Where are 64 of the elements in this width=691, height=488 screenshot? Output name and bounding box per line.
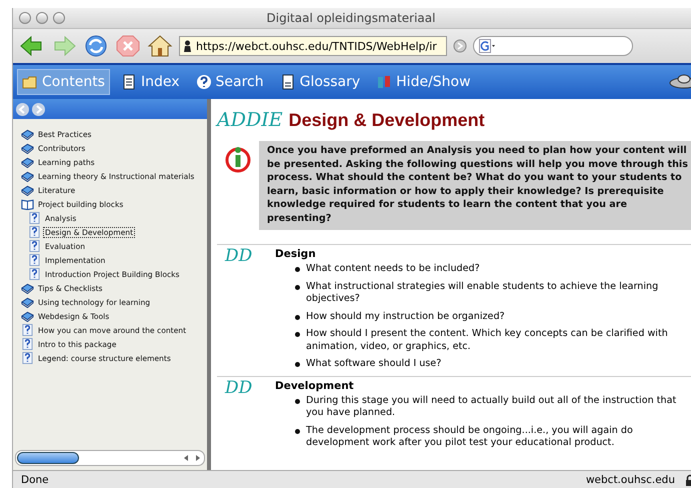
intro-paragraph: Once you have preformed an Analysis you need to plan how your content will be presented. Asking the following questions will help you move through this process. What should the content be? What do you want to your students to learn, basic information or how to apply their knowledge? Is prerequisite knowledge required for students to learn the content that you are presenting? bbox=[259, 141, 691, 230]
bullet-item: How should my instruction be organized? bbox=[306, 310, 505, 323]
bullet-icon bbox=[295, 362, 300, 367]
help-page-icon bbox=[21, 324, 34, 336]
book-icon bbox=[21, 156, 34, 168]
bullet-item: What content needs to be included? bbox=[306, 263, 480, 276]
horizontal-scrollbar[interactable] bbox=[15, 450, 205, 466]
flying-saucer-icon bbox=[669, 73, 691, 89]
reload-icon[interactable] bbox=[83, 34, 109, 58]
book-icon bbox=[21, 310, 34, 322]
search-field[interactable] bbox=[473, 36, 633, 56]
window-minimize-button[interactable] bbox=[36, 12, 48, 24]
bullet-icon bbox=[295, 428, 300, 434]
page-title: Design & Development bbox=[288, 110, 485, 131]
back-button[interactable] bbox=[16, 102, 29, 116]
section-heading: Development bbox=[275, 380, 355, 392]
bullet-icon bbox=[295, 284, 300, 290]
window-close-button[interactable] bbox=[19, 12, 31, 24]
help-page-icon bbox=[28, 212, 41, 224]
status-text: Done bbox=[21, 474, 49, 486]
bullet-item: During this stage you will need to actually build out all of the instruction that you have planned. bbox=[306, 394, 678, 420]
address-field[interactable]: https://webct.ouhsc.edu/TNTIDS/WebHelp/ir bbox=[179, 36, 447, 56]
nav-tab[interactable]: Hide/Show bbox=[371, 69, 476, 95]
window-zoom-button[interactable] bbox=[53, 12, 65, 24]
bullet-icon bbox=[295, 314, 300, 320]
bullet-item: What software should I use? bbox=[306, 358, 442, 370]
book-icon bbox=[21, 282, 34, 294]
status-host: webct.ouhsc.edu bbox=[586, 474, 675, 486]
bullet-icon bbox=[295, 267, 300, 272]
search-engine-icon[interactable] bbox=[479, 39, 495, 53]
help-icon bbox=[196, 74, 212, 90]
section-heading: Design bbox=[275, 248, 317, 260]
help-page-icon bbox=[28, 240, 41, 252]
go-icon[interactable] bbox=[453, 39, 467, 53]
bullet-item: The development process should be ongoing...i.e., you will again do development work after you pilot test your educational product. bbox=[306, 424, 634, 450]
book-icon bbox=[21, 184, 34, 196]
stop-icon[interactable] bbox=[115, 34, 141, 58]
book-icon bbox=[21, 170, 34, 182]
nav-tab[interactable]: Search bbox=[190, 69, 269, 95]
bullet-item: How should I present the content. Which key concepts can be clarified with animation, video, or graphics, etc. bbox=[306, 328, 669, 353]
home-icon[interactable] bbox=[147, 34, 173, 58]
logo-text: ADDIE bbox=[217, 109, 283, 131]
bullet-item: What instructional strategies will enable students to achieve the learning objectives? bbox=[306, 280, 660, 306]
bullet-icon bbox=[295, 332, 300, 337]
book-icon bbox=[21, 296, 34, 308]
book-icon bbox=[21, 142, 34, 154]
site-identity-icon[interactable] bbox=[183, 40, 192, 52]
help-page-icon bbox=[28, 268, 41, 280]
section-mark: DD bbox=[224, 378, 254, 398]
bullet-icon bbox=[295, 398, 300, 404]
book-icon bbox=[21, 128, 34, 140]
folder-icon bbox=[22, 74, 38, 90]
nav-tab[interactable]: Glossary bbox=[274, 69, 366, 95]
window-title: Digitaal opleidingsmateriaal bbox=[266, 11, 436, 25]
forward-button[interactable] bbox=[32, 102, 45, 116]
info-icon bbox=[225, 145, 251, 173]
document-icon bbox=[120, 74, 137, 90]
help-page-icon bbox=[21, 352, 34, 364]
section-mark: DD bbox=[224, 246, 254, 266]
help-page-icon bbox=[28, 226, 41, 238]
help-page-icon bbox=[21, 338, 34, 350]
document-icon bbox=[280, 74, 296, 90]
nav-tab[interactable]: Index bbox=[116, 69, 185, 95]
help-page-icon bbox=[28, 254, 41, 266]
